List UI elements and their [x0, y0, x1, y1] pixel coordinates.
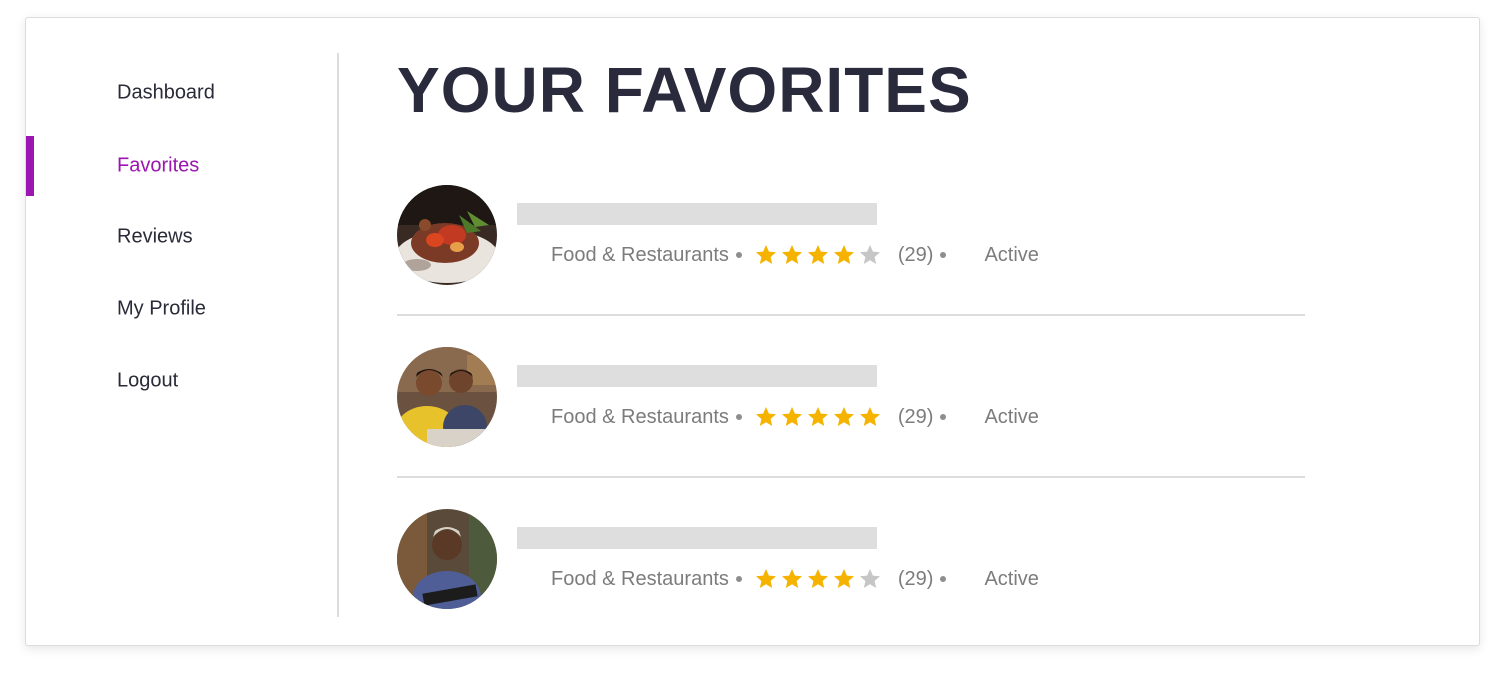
star-filled-icon — [833, 569, 854, 588]
sidebar-divider — [337, 53, 339, 617]
star-filled-icon — [833, 407, 854, 426]
star-filled-icon — [807, 245, 828, 264]
sidebar-nav: Dashboard Favorites Reviews My Profile L… — [26, 18, 338, 645]
favorites-card: Dashboard Favorites Reviews My Profile L… — [25, 17, 1480, 646]
star-filled-icon — [781, 245, 802, 264]
separator-dot — [735, 414, 742, 420]
business-name-placeholder — [517, 365, 877, 387]
favorite-item[interactable]: Food & Restaurants (29) Active — [397, 185, 1305, 285]
star-filled-icon — [755, 245, 776, 264]
separator-dot — [940, 414, 947, 420]
page-title: YOUR FAVORITES — [397, 54, 972, 126]
star-filled-icon — [807, 569, 828, 588]
separator-dot — [940, 576, 947, 582]
star-empty-icon — [859, 245, 880, 264]
separator-dot — [940, 252, 947, 258]
active-indicator — [26, 136, 34, 196]
star-rating — [754, 243, 884, 267]
separator-dot — [735, 252, 742, 258]
star-rating — [754, 405, 884, 429]
favorite-item[interactable]: Food & Restaurants (29) Active — [397, 509, 1305, 609]
sidebar-item-reviews[interactable]: Reviews — [26, 207, 338, 267]
two-men-photo[interactable] — [397, 347, 497, 447]
favorite-meta: Food & Restaurants (29) Active — [551, 565, 1039, 593]
star-filled-icon — [755, 569, 776, 588]
star-filled-icon — [781, 569, 802, 588]
star-filled-icon — [859, 407, 880, 426]
sidebar-item-favorites[interactable]: Favorites — [26, 136, 338, 196]
review-count: (29) — [897, 567, 934, 590]
status-label: Active — [984, 567, 1039, 590]
category-label: Food & Restaurants — [551, 243, 729, 266]
status-label: Active — [984, 243, 1039, 266]
sidebar-item-logout[interactable]: Logout — [26, 351, 338, 411]
sidebar-item-label: Favorites — [117, 154, 200, 177]
row-divider — [397, 476, 1305, 478]
star-filled-icon — [781, 407, 802, 426]
category-label: Food & Restaurants — [551, 405, 729, 428]
man-with-tablet-photo[interactable] — [397, 509, 497, 609]
separator-dot — [735, 576, 742, 582]
sidebar-item-my-profile[interactable]: My Profile — [26, 279, 338, 339]
sidebar-item-dashboard[interactable]: Dashboard — [26, 63, 338, 123]
review-count: (29) — [897, 243, 934, 266]
business-name-placeholder — [517, 527, 877, 549]
star-rating — [754, 567, 884, 591]
food-dish-photo[interactable] — [397, 185, 497, 285]
star-filled-icon — [807, 407, 828, 426]
favorite-meta: Food & Restaurants (29) Active — [551, 241, 1039, 269]
row-divider — [397, 314, 1305, 316]
sidebar-item-label: My Profile — [117, 297, 206, 320]
star-filled-icon — [755, 407, 776, 426]
star-filled-icon — [833, 245, 854, 264]
sidebar-item-label: Reviews — [117, 225, 193, 248]
category-label: Food & Restaurants — [551, 567, 729, 590]
sidebar-item-label: Logout — [117, 369, 179, 392]
favorite-meta: Food & Restaurants (29) Active — [551, 403, 1039, 431]
status-label: Active — [984, 405, 1039, 428]
sidebar-item-label: Dashboard — [117, 81, 215, 104]
star-empty-icon — [859, 569, 880, 588]
review-count: (29) — [897, 405, 934, 428]
business-name-placeholder — [517, 203, 877, 225]
favorite-item[interactable]: Food & Restaurants (29) Active — [397, 347, 1305, 447]
